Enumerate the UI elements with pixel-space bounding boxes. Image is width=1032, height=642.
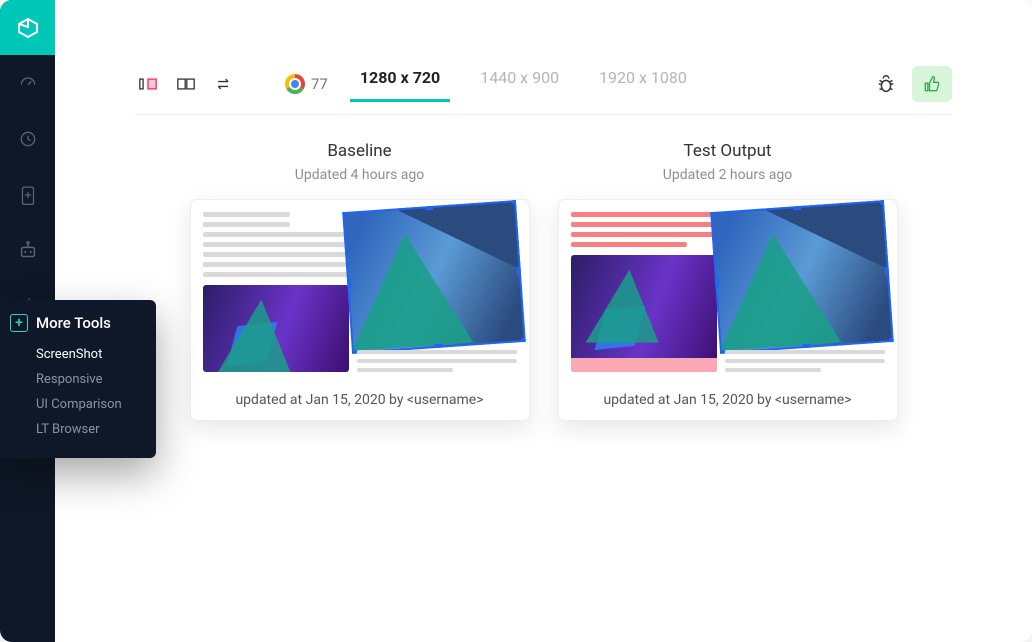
layout-split-icon-a[interactable] xyxy=(135,71,161,97)
tooltip-item-3[interactable]: LT Browser xyxy=(10,417,134,442)
content-area: 77 1280 x 720 1440 x 900 1920 x 1080 xyxy=(55,0,1032,642)
baseline-subtitle: Updated 4 hours ago xyxy=(190,167,530,183)
swap-icon[interactable] xyxy=(211,71,237,97)
toolbar-actions xyxy=(870,66,952,102)
test-title: Test Output xyxy=(558,141,898,161)
comparison-row: Baseline Updated 4 hours ago xyxy=(135,141,952,421)
resolution-tab-0[interactable]: 1280 x 720 xyxy=(354,68,446,101)
toolbar: 77 1280 x 720 1440 x 900 1920 x 1080 xyxy=(135,66,952,115)
tooltip-title-row: + More Tools xyxy=(10,314,134,332)
chrome-icon xyxy=(285,74,305,94)
diff-highlight-lines xyxy=(571,212,717,247)
baseline-crop-region[interactable] xyxy=(357,212,517,372)
baseline-card[interactable]: updated at Jan 15, 2020 by <username> xyxy=(190,199,530,421)
tooltip-item-0[interactable]: ScreenShot xyxy=(10,342,134,367)
tooltip-title: More Tools xyxy=(36,314,111,332)
baseline-image-tile xyxy=(203,285,349,372)
diff-strip xyxy=(571,358,717,372)
test-column: Test Output Updated 2 hours ago xyxy=(558,141,898,421)
test-image-tile xyxy=(571,255,717,372)
test-subtitle: Updated 2 hours ago xyxy=(558,167,898,183)
app-shell: 77 1280 x 720 1440 x 900 1920 x 1080 xyxy=(0,0,1032,642)
tooltip-item-1[interactable]: Responsive xyxy=(10,367,134,392)
baseline-footer: updated at Jan 15, 2020 by <username> xyxy=(203,386,517,410)
test-footer: updated at Jan 15, 2020 by <username> xyxy=(571,386,885,410)
bug-button[interactable] xyxy=(870,68,902,100)
nav-dashboard[interactable] xyxy=(8,63,48,103)
battery-plus-icon xyxy=(19,184,37,206)
resolution-tab-2[interactable]: 1920 x 1080 xyxy=(593,68,693,101)
resolution-tab-1[interactable]: 1440 x 900 xyxy=(474,68,565,101)
thumbs-up-icon xyxy=(922,74,942,94)
test-crop-region[interactable] xyxy=(725,212,885,372)
plus-icon: + xyxy=(10,314,28,332)
chrome-version: 77 xyxy=(285,74,328,94)
bug-icon xyxy=(875,73,897,95)
layout-split-icon-b[interactable] xyxy=(173,71,199,97)
test-preview xyxy=(571,212,885,372)
nav-robot[interactable] xyxy=(8,231,48,271)
toolbar-view-controls xyxy=(135,71,237,97)
approve-button[interactable] xyxy=(912,66,952,102)
baseline-column: Baseline Updated 4 hours ago xyxy=(190,141,530,421)
gauge-icon xyxy=(18,73,38,93)
nav-history[interactable] xyxy=(8,119,48,159)
more-tools-tooltip: + More Tools ScreenShot Responsive UI Co… xyxy=(0,300,156,458)
baseline-title: Baseline xyxy=(190,141,530,161)
clock-icon xyxy=(18,129,38,149)
robot-icon xyxy=(17,240,39,262)
resolution-tabs: 1280 x 720 1440 x 900 1920 x 1080 xyxy=(354,68,693,101)
baseline-preview xyxy=(203,212,517,372)
nav-battery[interactable] xyxy=(8,175,48,215)
test-card[interactable]: updated at Jan 15, 2020 by <username> xyxy=(558,199,898,421)
logo-icon xyxy=(16,16,40,40)
tooltip-item-2[interactable]: UI Comparison xyxy=(10,392,134,417)
panel: 77 1280 x 720 1440 x 900 1920 x 1080 xyxy=(79,30,1008,600)
logo[interactable] xyxy=(0,0,55,55)
chrome-version-number: 77 xyxy=(311,75,328,93)
